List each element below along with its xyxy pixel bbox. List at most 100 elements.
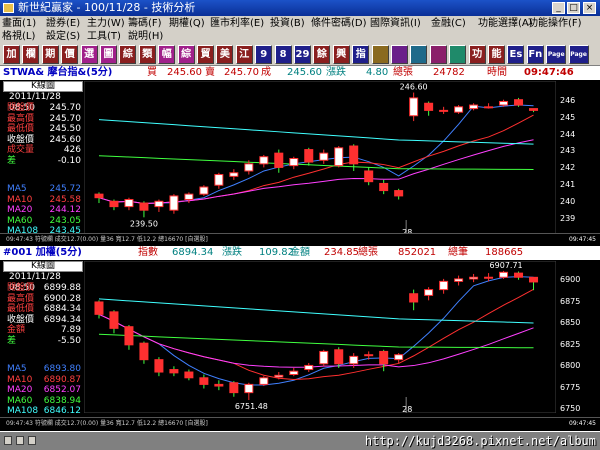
toolbar-button[interactable]	[391, 45, 408, 64]
time-value: 09:47:46	[524, 67, 574, 78]
candle-body	[514, 272, 524, 278]
ma-value: 6846.12	[43, 406, 81, 416]
close-icon[interactable]: ×	[583, 2, 596, 14]
count-value: 188665	[485, 247, 524, 258]
info-value: 426	[63, 145, 81, 155]
toolbar-button[interactable]: 期	[41, 45, 59, 64]
menu-item[interactable]: 工具(T)	[87, 30, 121, 43]
candle-body	[259, 377, 269, 385]
candle	[169, 194, 179, 214]
menu-item[interactable]: 金融(C)	[431, 17, 466, 30]
toolbar-button[interactable]: 8	[274, 45, 292, 64]
toolbar-button[interactable]: 幅	[158, 45, 176, 64]
candle-body	[469, 104, 479, 110]
tray-icon[interactable]	[4, 436, 12, 445]
toolbar-button[interactable]: 興	[332, 45, 350, 64]
menu-item[interactable]: 格視(L)	[2, 30, 35, 43]
candle	[379, 179, 389, 195]
toolbar-button[interactable]	[410, 45, 428, 64]
candle-body	[364, 170, 374, 183]
toolbar-button[interactable]	[449, 45, 467, 64]
change-label: 漲跌	[326, 67, 346, 78]
amount-value: 234.85	[324, 247, 359, 258]
candle-body	[529, 276, 539, 283]
candle	[439, 106, 449, 114]
quote-header: #001 加權(5分) 指數 6894.34 漲跌 109.82 金額 234.…	[0, 246, 600, 260]
menu-item[interactable]: 證券(E)	[46, 17, 80, 30]
toolbar-button[interactable]: 綜	[119, 45, 137, 64]
info-row: 最高價 6900.28	[3, 294, 83, 305]
info-row: 差 -0.10	[3, 156, 83, 167]
candle-body	[214, 383, 224, 387]
menu-item[interactable]: 投資(B)	[270, 17, 305, 30]
toolbar-button[interactable]: 餘	[313, 45, 331, 64]
candle-body	[304, 149, 314, 163]
info-row: 開盤價 245.70	[3, 103, 83, 114]
tray-icon[interactable]	[28, 436, 36, 445]
candle	[289, 156, 299, 170]
menu-item[interactable]: 條件密碼(D)	[311, 17, 367, 30]
toolbar-button[interactable]: 價	[61, 45, 79, 64]
toolbar-button[interactable]	[429, 45, 447, 64]
status-text: 09:47:43 符號欄 成交12.7(0.00) 量36 寬12.7 低12.…	[6, 420, 208, 427]
high-price-label: 6907.71	[490, 261, 523, 270]
toolbar-button[interactable]: 江	[235, 45, 253, 64]
toolbar-button[interactable]: 加	[3, 45, 20, 64]
ohlc-info-box: K線圖 2011/11/28 08:50 開盤價 6899.88 最高價 6900.28 最…	[3, 261, 83, 417]
minimize-icon[interactable]: _	[552, 2, 565, 14]
toolbar-button[interactable]: 29	[294, 45, 311, 64]
menu-item[interactable]: 功能選擇(A)	[478, 17, 533, 30]
toolbar-button[interactable]: 圖	[100, 45, 117, 64]
candle-body	[289, 370, 299, 376]
candle-body	[454, 278, 464, 282]
candle	[454, 105, 464, 114]
menu-item[interactable]: 說明(H)	[128, 30, 163, 43]
toolbar-button[interactable]: 功	[468, 45, 486, 64]
toolbar-button[interactable]: 類	[138, 45, 156, 64]
toolbar-button[interactable]: 選	[80, 45, 98, 64]
toolbar-button[interactable]: Page	[568, 45, 589, 64]
candle-body	[214, 174, 224, 186]
candle-body	[349, 145, 359, 165]
candle-body	[334, 349, 344, 365]
candle	[259, 154, 269, 168]
candle-body	[334, 147, 344, 167]
candle	[139, 341, 149, 364]
toolbar-button[interactable]: 9	[255, 45, 273, 64]
candlestick-chart[interactable]: 28246.60239.50	[84, 81, 556, 236]
chart-type-label: K線圖	[3, 261, 83, 272]
symbol-label: #001 加權(5分)	[3, 247, 82, 258]
maximize-icon[interactable]: □	[567, 2, 580, 14]
candle-body	[139, 202, 149, 211]
menu-item[interactable]: 匯市利率(E)	[210, 17, 264, 30]
menu-item[interactable]: 籌碼(F)	[128, 17, 162, 30]
toolbar-button[interactable]: Page	[546, 45, 567, 64]
candle-body	[199, 377, 209, 385]
ma-row: MA108 6846.12	[3, 406, 83, 417]
toolbar-button[interactable]	[371, 45, 389, 64]
menu-item[interactable]: 期權(Q)	[169, 17, 205, 30]
toolbar-button[interactable]: 美	[216, 45, 234, 64]
ma-label: MA10	[7, 194, 33, 205]
ma-row: MA20 244.12	[3, 205, 83, 216]
candlestick-chart[interactable]: 28 6907.71 6751.48	[84, 261, 556, 413]
tray-icon[interactable]	[16, 436, 24, 445]
menu-item[interactable]: 國際資訊(I)	[370, 17, 421, 30]
toolbar-button[interactable]: Es	[507, 45, 525, 64]
toolbar-button[interactable]: 綜	[177, 45, 195, 64]
info-label: 最低價	[7, 124, 35, 134]
toolbar-button[interactable]: 能	[488, 45, 505, 64]
toolbar-button[interactable]: Fn	[526, 45, 544, 64]
info-label: 最低價	[7, 304, 35, 314]
menu-item[interactable]: 主力(W)	[87, 17, 125, 30]
menu-item[interactable]: 設定(S)	[46, 30, 80, 43]
info-value: -0.10	[57, 155, 81, 166]
menu-item[interactable]: 功能操作(F)	[528, 17, 582, 30]
toolbar-button[interactable]: 欄	[22, 45, 40, 64]
menu-item[interactable]: 畫面(1)	[2, 17, 36, 30]
candle	[319, 149, 329, 164]
ma-row: MA10 6890.87	[3, 375, 83, 386]
toolbar-button[interactable]: 貿	[197, 45, 214, 64]
info-value: 245.50	[49, 124, 82, 134]
toolbar-button[interactable]: 指	[352, 45, 370, 64]
